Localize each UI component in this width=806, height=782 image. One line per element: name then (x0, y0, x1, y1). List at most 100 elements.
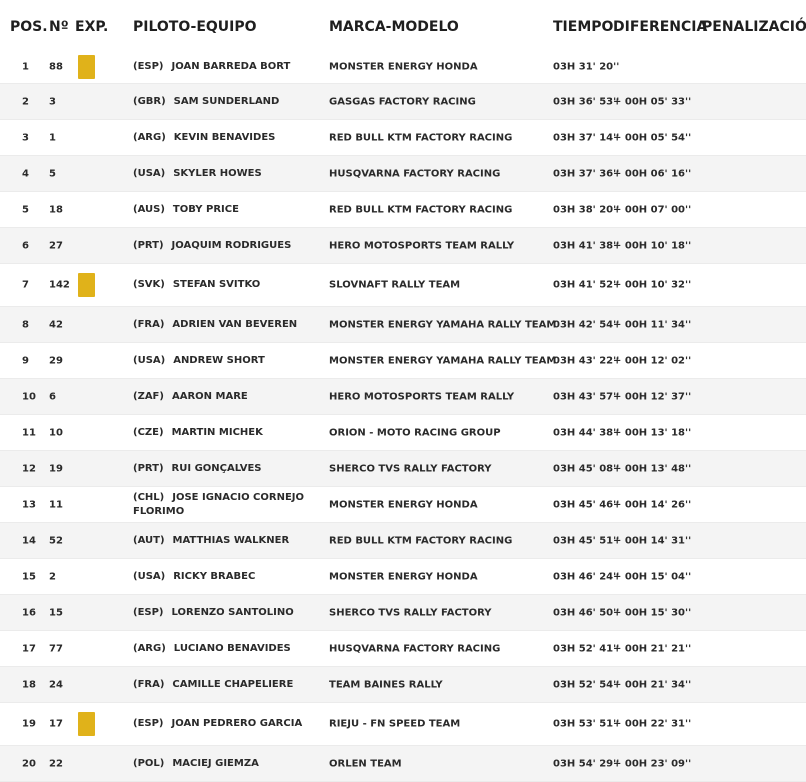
rider-cell[interactable]: (POL) MACIEJ GIEMZA (133, 757, 313, 771)
rider-cell[interactable]: (ARG) KEVIN BENAVIDES (133, 131, 313, 145)
table-row[interactable]: 13 11 (CHL) JOSE IGNACIO CORNEJO FLORIMO MON… (0, 487, 806, 523)
time-cell: 03H 45' 51'' (553, 535, 620, 546)
rider-cell[interactable]: (USA) RICKY BRABEC (133, 570, 313, 584)
rider-cell[interactable]: (USA) SKYLER HOWES (133, 167, 313, 181)
nationality-code: (ARG) (133, 642, 166, 654)
table-row[interactable]: 18 24 (FRA) CAMILLE CHAPELIERE TEAM BAINES R… (0, 667, 806, 703)
time-cell: 03H 43' 57'' (553, 391, 620, 402)
expert-badge-icon (78, 712, 95, 736)
nationality-code: (FRA) (133, 318, 165, 330)
rider-cell[interactable]: (SVK) STEFAN SVITKO (133, 278, 313, 292)
rider-cell[interactable]: (ESP) LORENZO SANTOLINO (133, 606, 313, 620)
rider-cell[interactable]: (AUS) TOBY PRICE (133, 203, 313, 217)
table-row[interactable]: 12 19 (PRT) RUI GONÇALVES SHERCO TVS RALLY F… (0, 451, 806, 487)
nationality-code: (ARG) (133, 131, 166, 143)
position-cell: 18 (22, 679, 36, 690)
position-cell: 11 (22, 427, 36, 438)
rider-cell[interactable]: (ZAF) AARON MARE (133, 390, 313, 404)
rider-name: JOAN BARREDA BORT (171, 60, 291, 72)
time-cell: 03H 45' 08'' (553, 463, 620, 474)
table-body: 1 88 (ESP) JOAN BARREDA BORT MONSTER ENERGY … (0, 50, 806, 782)
table-row[interactable]: 7 142 (SVK) STEFAN SVITKO SLOVNAFT RALLY TEA… (0, 264, 806, 307)
header-rider[interactable]: PILOTO-EQUIPO (133, 19, 257, 35)
difference-cell: + 00H 12' 02'' (613, 355, 692, 366)
rider-cell[interactable]: (GBR) SAM SUNDERLAND (133, 95, 313, 109)
rider-cell[interactable]: (ESP) JOAN PEDRERO GARCIA (133, 717, 313, 731)
table-row[interactable]: 3 1 (ARG) KEVIN BENAVIDES RED BULL KTM FACTO… (0, 120, 806, 156)
team-cell: MONSTER ENERGY HONDA (329, 499, 478, 510)
header-penalty[interactable]: PENALIZACIÓN (702, 19, 806, 35)
header-time[interactable]: TIEMPO (553, 19, 613, 35)
position-cell: 12 (22, 463, 36, 474)
nationality-code: (SVK) (133, 279, 165, 290)
results-table: POS. Nº EXP. PILOTO-EQUIPO MARCA-MODELO … (0, 0, 806, 782)
nationality-code: (ESP) (133, 606, 164, 618)
header-pos[interactable]: POS. (10, 19, 48, 35)
header-exp[interactable]: EXP. (75, 19, 108, 35)
table-row[interactable]: 4 5 (USA) SKYLER HOWES HUSQVARNA FACTORY RAC… (0, 156, 806, 192)
rider-cell[interactable]: (PRT) JOAQUIM RODRIGUES (133, 239, 313, 253)
bib-number-cell: 77 (49, 643, 63, 654)
table-row[interactable]: 20 22 (POL) MACIEJ GIEMZA ORLEN TEAM 03H 54' … (0, 746, 806, 782)
rider-cell[interactable]: (PRT) RUI GONÇALVES (133, 462, 313, 476)
rider-cell[interactable]: (FRA) CAMILLE CHAPELIERE (133, 678, 313, 692)
table-row[interactable]: 6 27 (PRT) JOAQUIM RODRIGUES HERO MOTOSPORTS… (0, 228, 806, 264)
team-cell: SHERCO TVS RALLY FACTORY (329, 607, 492, 618)
bib-number-cell: 27 (49, 240, 63, 251)
header-team[interactable]: MARCA-MODELO (329, 19, 459, 35)
rider-cell[interactable]: (CHL) JOSE IGNACIO CORNEJO FLORIMO (133, 491, 313, 519)
rider-cell[interactable]: (AUT) MATTHIAS WALKNER (133, 534, 313, 548)
rider-name: CAMILLE CHAPELIERE (172, 678, 294, 690)
table-row[interactable]: 11 10 (CZE) MARTIN MICHEK ORION - MOTO RACIN… (0, 415, 806, 451)
position-cell: 15 (22, 571, 36, 582)
table-row[interactable]: 19 17 (ESP) JOAN PEDRERO GARCIA RIEJU - FN S… (0, 703, 806, 746)
bib-number-cell: 142 (49, 279, 70, 291)
rider-name: ANDREW SHORT (173, 354, 265, 366)
nationality-code: (CZE) (133, 426, 164, 438)
time-cell: 03H 53' 51'' (553, 718, 620, 730)
team-cell: RED BULL KTM FACTORY RACING (329, 535, 513, 546)
position-cell: 9 (22, 355, 29, 366)
team-cell: MONSTER ENERGY HONDA (329, 61, 478, 72)
table-row[interactable]: 10 6 (ZAF) AARON MARE HERO MOTOSPORTS TEAM R… (0, 379, 806, 415)
difference-cell: + 00H 11' 34'' (613, 319, 692, 330)
rider-cell[interactable]: (ESP) JOAN BARREDA BORT (133, 60, 313, 74)
table-row[interactable]: 14 52 (AUT) MATTHIAS WALKNER RED BULL KTM FA… (0, 523, 806, 559)
rider-cell[interactable]: (CZE) MARTIN MICHEK (133, 426, 313, 440)
header-diff[interactable]: DIFERENCIA (613, 19, 707, 35)
header-num[interactable]: Nº (49, 19, 69, 35)
table-row[interactable]: 1 88 (ESP) JOAN BARREDA BORT MONSTER ENERGY … (0, 50, 806, 84)
team-cell: RED BULL KTM FACTORY RACING (329, 204, 513, 215)
position-cell: 17 (22, 643, 36, 654)
position-cell: 7 (22, 279, 29, 291)
table-row[interactable]: 2 3 (GBR) SAM SUNDERLAND GASGAS FACTORY RACI… (0, 84, 806, 120)
table-row[interactable]: 8 42 (FRA) ADRIEN VAN BEVEREN MONSTER ENERGY… (0, 307, 806, 343)
nationality-code: (PRT) (133, 462, 164, 474)
time-cell: 03H 45' 46'' (553, 499, 620, 510)
difference-cell: + 00H 05' 33'' (613, 96, 692, 107)
time-cell: 03H 52' 41'' (553, 643, 620, 654)
nationality-code: (FRA) (133, 678, 165, 690)
rider-cell[interactable]: (FRA) ADRIEN VAN BEVEREN (133, 318, 313, 332)
team-cell: RIEJU - FN SPEED TEAM (329, 718, 461, 730)
rider-name: MARTIN MICHEK (171, 426, 263, 438)
nationality-code: (USA) (133, 570, 166, 582)
nationality-code: (GBR) (133, 95, 166, 107)
bib-number-cell: 18 (49, 204, 63, 215)
rider-cell[interactable]: (ARG) LUCIANO BENAVIDES (133, 642, 313, 656)
rider-name: RUI GONÇALVES (171, 462, 262, 474)
time-cell: 03H 46' 50'' (553, 607, 620, 618)
difference-cell: + 00H 10' 18'' (613, 240, 692, 251)
table-row[interactable]: 15 2 (USA) RICKY BRABEC MONSTER ENERGY HONDA… (0, 559, 806, 595)
table-row[interactable]: 17 77 (ARG) LUCIANO BENAVIDES HUSQVARNA FACT… (0, 631, 806, 667)
table-row[interactable]: 16 15 (ESP) LORENZO SANTOLINO SHERCO TVS RAL… (0, 595, 806, 631)
table-row[interactable]: 5 18 (AUS) TOBY PRICE RED BULL KTM FACTORY R… (0, 192, 806, 228)
rider-name: SKYLER HOWES (173, 167, 262, 179)
rider-cell[interactable]: (USA) ANDREW SHORT (133, 354, 313, 368)
rider-name: AARON MARE (171, 390, 248, 402)
time-cell: 03H 52' 54'' (553, 679, 620, 690)
table-row[interactable]: 9 29 (USA) ANDREW SHORT MONSTER ENERGY YAMAH… (0, 343, 806, 379)
rider-name: MATTHIAS WALKNER (172, 534, 290, 546)
time-cell: 03H 43' 22'' (553, 355, 620, 366)
bib-number-cell: 5 (49, 168, 56, 179)
